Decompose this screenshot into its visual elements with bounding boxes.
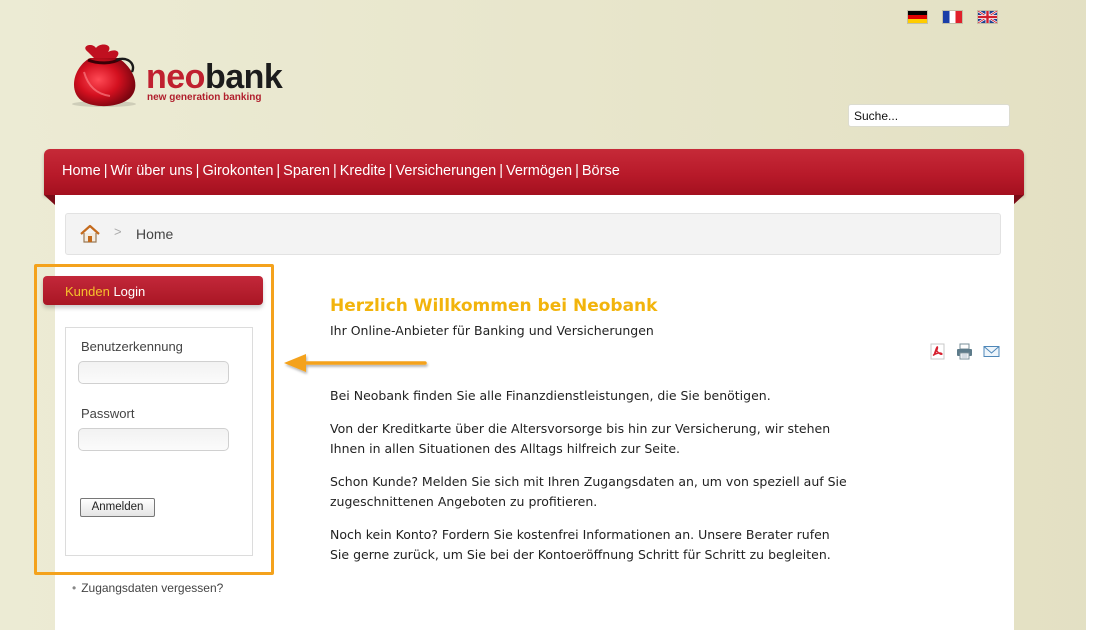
print-icon[interactable] xyxy=(956,343,973,360)
password-label: Passwort xyxy=(81,406,135,421)
nav-item-checking[interactable]: Girokonten xyxy=(202,163,273,179)
nav-separator: | xyxy=(276,163,281,179)
password-field[interactable] xyxy=(78,428,229,451)
breadcrumb: > Home xyxy=(65,213,1001,255)
breadcrumb-separator: > xyxy=(114,224,122,239)
nav-item-stock-exchange[interactable]: Börse xyxy=(582,163,620,179)
nav-item-savings[interactable]: Sparen xyxy=(283,163,330,179)
main-navigation: Home | Wir über uns | Girokonten | Sparen | Kred… xyxy=(62,163,620,179)
nav-item-about[interactable]: Wir über uns xyxy=(110,163,192,179)
language-switcher xyxy=(908,11,997,23)
new-account-paragraph: Noch kein Konto? Fordern Sie kostenfrei … xyxy=(330,527,831,562)
money-bag-icon xyxy=(72,44,136,107)
page-title: Herzlich Willkommen bei Neobank xyxy=(330,296,658,316)
intro-paragraph: Bei Neobank finden Sie alle Finanzdienst… xyxy=(330,388,771,403)
email-icon[interactable] xyxy=(983,343,1000,360)
logo-neo: neo xyxy=(146,58,205,96)
pdf-icon[interactable] xyxy=(929,343,946,360)
page-edge xyxy=(1086,0,1105,630)
nav-separator: | xyxy=(195,163,200,179)
neobank-logo[interactable]: neobank new generation banking xyxy=(66,42,306,122)
search-input[interactable]: Suche... xyxy=(848,104,1010,127)
nav-separator: | xyxy=(332,163,337,179)
navbar-fold-right xyxy=(1013,195,1024,205)
customer-paragraph: Schon Kunde? Melden Sie sich mit Ihren Z… xyxy=(330,474,847,509)
french-flag-icon[interactable] xyxy=(943,11,962,23)
page-subtitle: Ihr Online-Anbieter für Banking und Vers… xyxy=(330,323,654,338)
home-icon[interactable] xyxy=(79,224,101,244)
username-label: Benutzerkennung xyxy=(81,339,183,354)
page-tools xyxy=(929,343,1000,360)
login-button[interactable]: Anmelden xyxy=(80,498,155,517)
forgot-credentials: • Zugangsdaten vergessen? xyxy=(72,581,223,595)
navbar-fold-left xyxy=(44,195,55,205)
login-title-highlight: Kunden xyxy=(65,284,110,299)
bullet-icon: • xyxy=(72,581,77,595)
nav-separator: | xyxy=(499,163,503,179)
nav-item-wealth[interactable]: Vermögen xyxy=(506,163,572,179)
services-paragraph: Von der Kreditkarte über die Altersvorso… xyxy=(330,421,831,456)
forgot-credentials-link[interactable]: Zugangsdaten vergessen? xyxy=(81,581,223,595)
uk-flag-icon[interactable] xyxy=(978,11,997,23)
breadcrumb-current: Home xyxy=(136,226,174,242)
nav-separator: | xyxy=(575,163,579,179)
nav-item-loans[interactable]: Kredite xyxy=(340,163,386,179)
login-header: Kunden Login xyxy=(43,276,263,305)
nav-item-insurance[interactable]: Versicherungen xyxy=(395,163,496,179)
german-flag-icon[interactable] xyxy=(908,11,927,23)
username-field[interactable] xyxy=(78,361,229,384)
login-title-rest: Login xyxy=(109,284,146,299)
nav-item-home[interactable]: Home xyxy=(62,163,101,179)
nav-separator: | xyxy=(103,163,108,179)
logo-bank: bank xyxy=(204,58,283,96)
logo-tagline: new generation banking xyxy=(147,92,262,103)
nav-separator: | xyxy=(388,163,393,179)
pointer-arrow-icon xyxy=(284,354,427,372)
logo-wordmark: neobank xyxy=(146,58,283,96)
